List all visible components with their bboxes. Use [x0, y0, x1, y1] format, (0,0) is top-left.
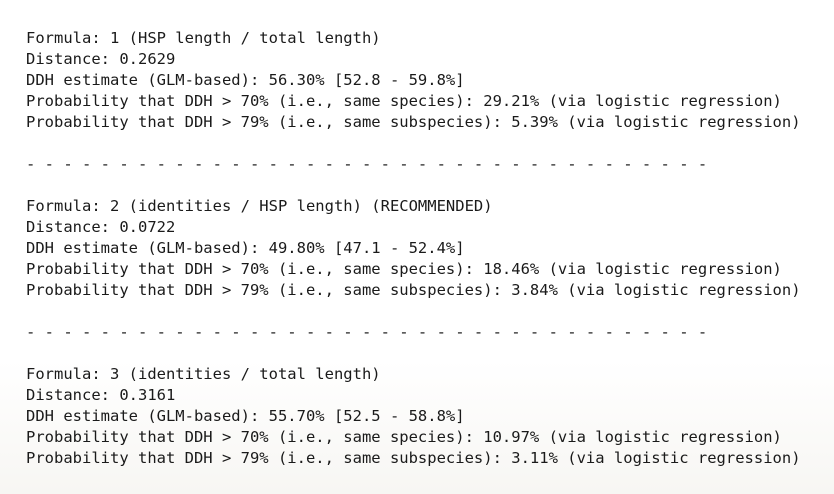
- distance-value: Distance: 0.2629: [26, 50, 176, 68]
- dashed-separator: - - - - - - - - - - - - - - - - - - - - …: [26, 155, 708, 173]
- formula-block-3: Formula: 3 (identities / total length) D…: [26, 364, 834, 469]
- probability-same-subspecies: Probability that DDH > 79% (i.e., same s…: [26, 449, 801, 467]
- results-document: Formula: 1 (HSP length / total length) D…: [26, 28, 834, 469]
- probability-same-subspecies: Probability that DDH > 79% (i.e., same s…: [26, 113, 801, 131]
- distance-value: Distance: 0.0722: [26, 218, 176, 236]
- formula-block-2: Formula: 2 (identities / HSP length) (RE…: [26, 196, 834, 301]
- probability-same-species: Probability that DDH > 70% (i.e., same s…: [26, 92, 782, 110]
- distance-value: Distance: 0.3161: [26, 386, 176, 404]
- formula-label: Formula: 1 (HSP length / total length): [26, 29, 381, 47]
- ddh-estimate: DDH estimate (GLM-based): 49.80% [47.1 -…: [26, 239, 465, 257]
- formula-block-1: Formula: 1 (HSP length / total length) D…: [26, 28, 834, 133]
- formula-label: Formula: 3 (identities / total length): [26, 365, 381, 383]
- probability-same-species: Probability that DDH > 70% (i.e., same s…: [26, 428, 782, 446]
- ddh-estimate: DDH estimate (GLM-based): 55.70% [52.5 -…: [26, 407, 465, 425]
- ddh-estimate: DDH estimate (GLM-based): 56.30% [52.8 -…: [26, 71, 465, 89]
- formula-label: Formula: 2 (identities / HSP length) (RE…: [26, 197, 493, 215]
- probability-same-subspecies: Probability that DDH > 79% (i.e., same s…: [26, 281, 801, 299]
- dashed-separator: - - - - - - - - - - - - - - - - - - - - …: [26, 323, 708, 341]
- probability-same-species: Probability that DDH > 70% (i.e., same s…: [26, 260, 782, 278]
